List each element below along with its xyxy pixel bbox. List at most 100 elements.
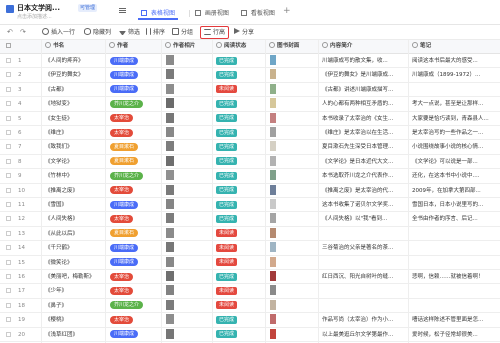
cell-notes[interactable]: 川端康成（1899-1972）... bbox=[412, 68, 498, 82]
cell-summary[interactable]: 夏目漱石先生深受日本管理... bbox=[322, 140, 407, 154]
row-checkbox[interactable] bbox=[6, 54, 16, 68]
cell-cover[interactable] bbox=[270, 198, 317, 212]
table-row[interactable]: 9 《竹林中》 芥川龙之介 已完成 本书选取芥川龙之介代表作... 还化，在这本书中小说中… bbox=[0, 169, 500, 184]
row-checkbox[interactable] bbox=[6, 284, 16, 298]
cell-status[interactable]: 已完成 bbox=[216, 270, 264, 284]
table-row[interactable]: 16 《美丽吧，梅勒斯》 太宰治 已完成 红日西沉、阳光自树叶的缝... 悲啊，信赖……就… bbox=[0, 270, 500, 285]
cell-author-photo[interactable] bbox=[166, 54, 211, 68]
cell-title[interactable]: 《伊豆的舞女》 bbox=[45, 68, 105, 82]
cell-author[interactable]: 芥川龙之介 bbox=[110, 299, 160, 313]
cell-summary[interactable]: 三谷菊治的父亲是著名的茶... bbox=[322, 241, 407, 255]
table-row[interactable]: 6 《维庄》 太宰治 已完成 《维庄》是太宰治以在生活... 是太宰治写的一些作品之一..… bbox=[0, 126, 500, 141]
row-checkbox[interactable] bbox=[6, 169, 16, 183]
cell-notes[interactable] bbox=[412, 284, 498, 298]
cell-status[interactable]: 未阅读 bbox=[216, 83, 264, 97]
cell-title[interactable]: 《维庄》 bbox=[45, 126, 105, 140]
cell-cover[interactable] bbox=[270, 212, 317, 226]
cell-notes[interactable]: 雪国日本，日本小说里写的... bbox=[412, 198, 498, 212]
cell-notes[interactable]: 考大一点说，甚至是让那样... bbox=[412, 97, 498, 111]
table-row[interactable]: 3 《古都》 川端康成 未阅读 《古都》讲述川端康成描写... bbox=[0, 83, 500, 98]
cell-cover[interactable] bbox=[270, 184, 317, 198]
cell-author[interactable]: 川端康成 bbox=[110, 198, 160, 212]
cell-notes[interactable]: 爱时候，松子径常却很美... bbox=[412, 328, 498, 342]
row-checkbox[interactable] bbox=[6, 313, 16, 327]
cell-status[interactable]: 未阅读 bbox=[216, 256, 264, 270]
row-checkbox[interactable] bbox=[6, 155, 16, 169]
cell-author-photo[interactable] bbox=[166, 169, 211, 183]
cell-author-photo[interactable] bbox=[166, 198, 211, 212]
cell-summary[interactable]: 《维庄》是太宰治以在生活... bbox=[322, 126, 407, 140]
cell-cover[interactable] bbox=[270, 68, 317, 82]
cell-status[interactable]: 未阅读 bbox=[216, 299, 264, 313]
cell-author[interactable]: 川端康成 bbox=[110, 256, 160, 270]
cell-notes[interactable] bbox=[412, 299, 498, 313]
cell-author-photo[interactable] bbox=[166, 313, 211, 327]
cell-status[interactable]: 已完成 bbox=[216, 184, 264, 198]
cell-title[interactable]: 《浅草红团》 bbox=[45, 328, 105, 342]
column-header-author[interactable]: 作者 bbox=[106, 40, 161, 53]
cell-author[interactable]: 太宰治 bbox=[110, 112, 160, 126]
table-row[interactable]: 18 《鼻子》 芥川龙之介 未阅读 bbox=[0, 299, 500, 314]
cell-notes[interactable]: 《文学论》可以说是一部... bbox=[412, 155, 498, 169]
row-checkbox[interactable] bbox=[6, 140, 16, 154]
cell-author-photo[interactable] bbox=[166, 227, 211, 241]
cell-cover[interactable] bbox=[270, 313, 317, 327]
cell-cover[interactable] bbox=[270, 140, 317, 154]
cell-cover[interactable] bbox=[270, 270, 317, 284]
cell-author-photo[interactable] bbox=[166, 83, 211, 97]
cell-title[interactable]: 《从此以后》 bbox=[45, 227, 105, 241]
table-row[interactable]: 12 《人间失格》 太宰治 已完成 《人间失格》以"我"看到... 全书由作者的序言、后记… bbox=[0, 212, 500, 227]
cell-summary[interactable]: 《推离之废》是太宰治的代... bbox=[322, 184, 407, 198]
cell-title[interactable]: 《人间失格》 bbox=[45, 212, 105, 226]
cell-author[interactable]: 太宰治 bbox=[110, 212, 160, 226]
row-checkbox[interactable] bbox=[6, 227, 16, 241]
cell-summary[interactable]: 《伊豆的舞女》是川端康成... bbox=[322, 68, 407, 82]
cell-author[interactable]: 夏目漱石 bbox=[110, 140, 160, 154]
row-checkbox[interactable] bbox=[6, 184, 16, 198]
cell-cover[interactable] bbox=[270, 126, 317, 140]
share-button[interactable]: 分享 bbox=[234, 28, 254, 38]
cell-author[interactable]: 夏目漱石 bbox=[110, 227, 160, 241]
cell-author-photo[interactable] bbox=[166, 140, 211, 154]
cell-title[interactable]: 《千只鹤》 bbox=[45, 241, 105, 255]
app-title[interactable]: 日本文学阅... bbox=[17, 3, 60, 13]
cell-cover[interactable] bbox=[270, 328, 317, 342]
cell-notes[interactable] bbox=[412, 227, 498, 241]
cell-status[interactable]: 已完成 bbox=[216, 68, 264, 82]
cell-author-photo[interactable] bbox=[166, 155, 211, 169]
select-all-checkbox[interactable] bbox=[6, 40, 16, 53]
cell-status[interactable]: 未阅读 bbox=[216, 284, 264, 298]
cell-summary[interactable]: 本书选取芥川龙之介代表作... bbox=[322, 169, 407, 183]
sort-button[interactable]: 排序 bbox=[146, 28, 165, 38]
cell-status[interactable]: 已完成 bbox=[216, 169, 264, 183]
table-row[interactable]: 7 《致我们》 夏目漱石 已完成 夏目漱石先生深受日本管理... 小说围绕故事小说的核心情… bbox=[0, 140, 500, 155]
cell-author-photo[interactable] bbox=[166, 256, 211, 270]
table-row[interactable]: 8 《文学论》 夏目漱石 已完成 《文学论》是日本近代大文... 《文学论》可以说是一部.… bbox=[0, 155, 500, 170]
cell-title[interactable]: 《女生徒》 bbox=[45, 112, 105, 126]
cell-cover[interactable] bbox=[270, 227, 317, 241]
cell-summary[interactable]: 《文学论》是日本近代大文... bbox=[322, 155, 407, 169]
cell-title[interactable]: 《雪国》 bbox=[45, 198, 105, 212]
cell-status[interactable]: 已完成 bbox=[216, 126, 264, 140]
cell-status[interactable]: 已完成 bbox=[216, 328, 264, 342]
row-checkbox[interactable] bbox=[6, 212, 16, 226]
tab-gallery-view[interactable]: 画册视图 bbox=[192, 7, 232, 20]
table-row[interactable]: 4 《地狱变》 芥川龙之介 已完成 人的心都有两种相互矛盾的... 考大一点说，甚至是让那… bbox=[0, 97, 500, 112]
cell-notes[interactable]: 悲啊，信赖……就被信着啊！ bbox=[412, 270, 498, 284]
filter-button[interactable]: 筛选 bbox=[119, 28, 140, 38]
cell-author-photo[interactable] bbox=[166, 212, 211, 226]
cell-status[interactable]: 已完成 bbox=[216, 140, 264, 154]
cell-status[interactable]: 已完成 bbox=[216, 212, 264, 226]
cell-author[interactable]: 芥川龙之介 bbox=[110, 169, 160, 183]
table-row[interactable]: 2 《伊豆的舞女》 川端康成 已完成 《伊豆的舞女》是川端康成... 川端康成（1899-… bbox=[0, 68, 500, 83]
cell-author[interactable]: 芥川龙之介 bbox=[110, 97, 160, 111]
cell-author-photo[interactable] bbox=[166, 184, 211, 198]
table-row[interactable]: 1 《人间的疼弃》 川端康成 已完成 川端康成写的散文集，收... 阅读这本书后最大的感受… bbox=[0, 54, 500, 69]
column-header-notes[interactable]: 笔记 bbox=[409, 40, 500, 53]
cell-author-photo[interactable] bbox=[166, 270, 211, 284]
cell-title[interactable]: 《地狱变》 bbox=[45, 97, 105, 111]
row-checkbox[interactable] bbox=[6, 328, 16, 342]
cell-author[interactable]: 太宰治 bbox=[110, 270, 160, 284]
cell-author-photo[interactable] bbox=[166, 241, 211, 255]
cell-summary[interactable] bbox=[322, 256, 407, 270]
